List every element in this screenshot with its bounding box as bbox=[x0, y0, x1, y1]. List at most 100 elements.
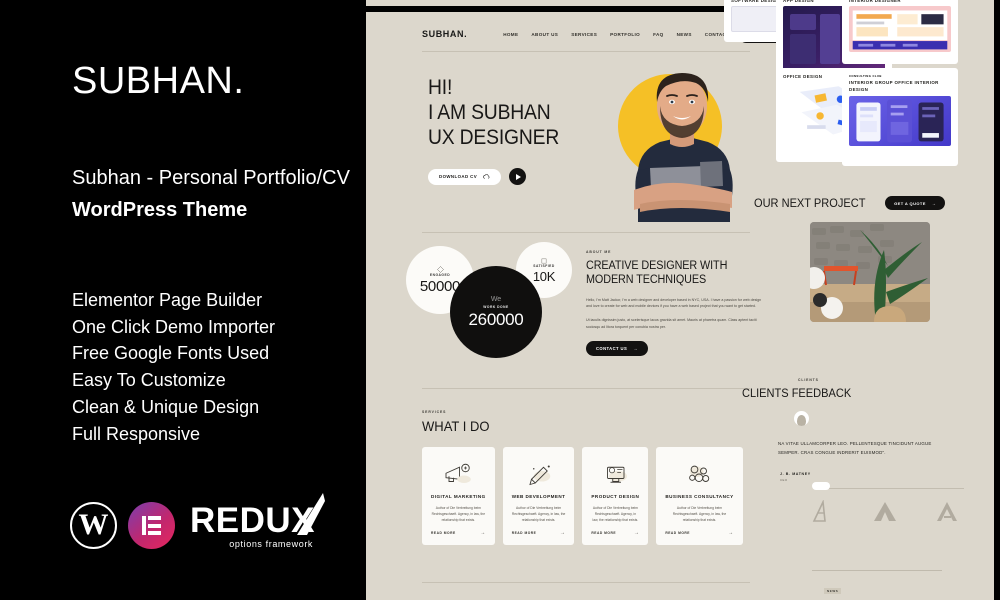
feedback-role: CEO bbox=[780, 477, 788, 482]
play-icon bbox=[515, 173, 521, 180]
hero-heading: HI! I AM SUBHAN UX DESIGNER bbox=[428, 76, 559, 150]
redux-wordmark: REDUX bbox=[190, 500, 316, 540]
nav-item-news[interactable]: NEWS bbox=[677, 32, 692, 37]
portfolio-grid: SOFTWARE DESIGN APP DESIGN INTERIOR DESI… bbox=[724, 0, 1000, 190]
nav-item-home[interactable]: HOME bbox=[503, 32, 518, 37]
promo-subtitle-bold: WordPress Theme bbox=[72, 199, 248, 222]
play-video-button[interactable] bbox=[509, 168, 527, 185]
portfolio-thumbnail bbox=[849, 6, 951, 52]
read-more-link[interactable]: READ MORE → bbox=[591, 530, 639, 536]
about-heading-line1: CREATIVE DESIGNER WITH bbox=[586, 260, 728, 272]
list-item: Full Responsive bbox=[72, 423, 201, 444]
feedback-heading: CLIENTS FEEDBACK bbox=[742, 386, 852, 400]
services-heading: WHAT I DO bbox=[422, 418, 490, 434]
preview-secondary-page: SOFTWARE DESIGN APP DESIGN INTERIOR DESI… bbox=[724, 0, 1000, 600]
list-item: Elementor Page Builder bbox=[72, 289, 263, 310]
service-card-product-design[interactable]: PRODUCT DESIGN Author of Die Verbreitung… bbox=[582, 447, 649, 545]
arrow-right-icon: → bbox=[633, 346, 638, 352]
promo-feature-list: Elementor Page Builder One Click Demo Im… bbox=[72, 287, 366, 448]
preview-main-page: SUBHAN. HOME ABOUT US SERVICES PORTFOLIO… bbox=[366, 6, 805, 600]
services-eyebrow: SERVICES bbox=[422, 410, 447, 414]
nav-item-services[interactable]: SERVICES bbox=[571, 32, 597, 37]
client-avatar bbox=[794, 411, 809, 426]
nav-item-about-us[interactable]: ABOUT US bbox=[531, 32, 558, 37]
contact-us-button[interactable]: CONTACT US → bbox=[586, 341, 648, 357]
site-logo[interactable]: SUBHAN. bbox=[422, 29, 467, 39]
service-card-text: Author of Die Verbreitung beim Rechtsges… bbox=[592, 505, 639, 522]
hero-person-image bbox=[634, 73, 733, 222]
next-project-image bbox=[810, 222, 930, 322]
stats-about-section: ENGAGED 50000 SATISFIED 10K We WORK DONE… bbox=[366, 242, 794, 372]
hero-divider bbox=[422, 232, 750, 233]
hero-line-3: UX DESIGNER bbox=[428, 125, 560, 149]
about-heading-line2: MODERN TECHNIQUES bbox=[586, 274, 707, 287]
nav-item-faq[interactable]: FAQ bbox=[653, 32, 664, 37]
feedback-eyebrow: CLIENTS bbox=[798, 378, 819, 382]
download-cv-button[interactable]: DOWNLOAD CV bbox=[428, 168, 502, 185]
redux-tagline: options framework bbox=[229, 538, 314, 549]
service-card-digital-marketing[interactable]: DIGITAL MARKETING Author of Die Verbreit… bbox=[422, 447, 495, 545]
arrow-right-icon: → bbox=[728, 530, 734, 536]
feedback-progress-track[interactable] bbox=[814, 488, 964, 489]
service-card-business-consultancy[interactable]: BUSINESS CONSULTANCY Author of Die Verbr… bbox=[656, 447, 743, 545]
hero-cta-row: DOWNLOAD CV bbox=[428, 168, 527, 185]
service-card-title: WEB DEVELOPMENT bbox=[511, 493, 566, 499]
brand-mark-3-icon bbox=[937, 502, 957, 521]
read-more-label: READ MORE bbox=[431, 531, 456, 535]
portfolio-thumbnail bbox=[849, 96, 951, 147]
brands-divider bbox=[812, 570, 942, 571]
about-heading: CREATIVE DESIGNER WITH MODERN TECHNIQUES bbox=[586, 259, 753, 288]
site-navigation: HOME ABOUT US SERVICES PORTFOLIO FAQ NEW… bbox=[503, 32, 738, 37]
arrow-right-icon: → bbox=[559, 530, 566, 536]
service-card-web-development[interactable]: WEB DEVELOPMENT Author of Die Verbreitun… bbox=[502, 447, 575, 545]
promo-subtitle-line1: Subhan - Personal Portfolio/ bbox=[72, 167, 323, 189]
about-block: ABOUT ME CREATIVE DESIGNER WITH MODERN T… bbox=[586, 250, 764, 357]
stat-label: ENGAGED bbox=[429, 273, 451, 277]
services-card-grid: DIGITAL MARKETING Author of Die Verbreit… bbox=[366, 447, 794, 545]
megaphone-icon bbox=[443, 461, 473, 488]
feedback-progress-knob[interactable] bbox=[812, 482, 830, 490]
next-project-heading: OUR NEXT PROJECT bbox=[754, 196, 866, 210]
promo-brand-title: SUBHAN. bbox=[72, 60, 245, 102]
stat-prefix: We bbox=[490, 296, 502, 303]
hero-line-2: I AM SUBHAN bbox=[428, 100, 551, 124]
wordpress-glyph: W bbox=[78, 507, 109, 541]
stat-label: WORK DONE bbox=[483, 305, 509, 309]
stat-value: 10K bbox=[532, 268, 556, 284]
monitor-icon bbox=[600, 461, 630, 488]
arrow-right-icon: → bbox=[480, 530, 486, 536]
read-more-link[interactable]: READ MORE → bbox=[512, 530, 566, 536]
next-project-header: OUR NEXT PROJECT GET A QUOTE → bbox=[754, 196, 1000, 210]
feedback-quote: NA VITAE ULLAMCORPER LEO. PELLENTESQUE T… bbox=[778, 441, 932, 455]
nav-item-portfolio[interactable]: PORTFOLIO bbox=[610, 32, 640, 37]
diamond-icon bbox=[436, 266, 444, 273]
footer-eyebrow: NEWS bbox=[824, 588, 842, 594]
feedback-author: J. B. MATNEY bbox=[780, 471, 811, 476]
promo-subtitle: Subhan - Personal Portfolio/CV WordPress… bbox=[72, 162, 357, 227]
services-header: SERVICES WHAT I DO bbox=[366, 410, 794, 433]
service-card-text: Author of Die Verbreitung beim Rechtsges… bbox=[672, 505, 727, 522]
read-more-link[interactable]: READ MORE → bbox=[665, 530, 733, 536]
hero-line-1: HI! bbox=[428, 76, 453, 99]
elementor-logo bbox=[128, 502, 175, 549]
about-eyebrow: ABOUT ME bbox=[586, 250, 612, 254]
read-more-link[interactable]: READ MORE → bbox=[431, 530, 486, 536]
pen-tool-icon bbox=[524, 461, 554, 488]
wordpress-logo: W bbox=[70, 502, 117, 549]
arrow-right-icon: → bbox=[633, 530, 640, 536]
header-divider bbox=[422, 51, 750, 52]
next-project-quote-button[interactable]: GET A QUOTE → bbox=[885, 196, 946, 210]
arrow-right-icon: → bbox=[931, 200, 937, 206]
service-card-text: Author of Die Verbreitung beim Rechtsges… bbox=[431, 505, 486, 522]
theme-preview: SUBHAN. HOME ABOUT US SERVICES PORTFOLIO… bbox=[366, 0, 1000, 600]
service-card-title: PRODUCT DESIGN bbox=[591, 493, 640, 499]
stat-label: SATISFIED bbox=[533, 263, 555, 268]
people-group-icon bbox=[684, 461, 714, 488]
download-cv-label: DOWNLOAD CV bbox=[439, 174, 478, 179]
redux-logo: REDUX options framework bbox=[190, 492, 326, 549]
portfolio-card-interior-group-office[interactable]: CONSULTING CLUB INTERIOR GROUP OFFICE IN… bbox=[842, 68, 958, 166]
portfolio-card-interior-designer[interactable]: INTERIOR DESIGNER bbox=[842, 0, 958, 64]
stat-circle-work-done: We WORK DONE 260000 bbox=[450, 266, 542, 358]
elementor-glyph bbox=[142, 516, 161, 535]
promo-subtitle-cv: CV bbox=[322, 167, 350, 189]
